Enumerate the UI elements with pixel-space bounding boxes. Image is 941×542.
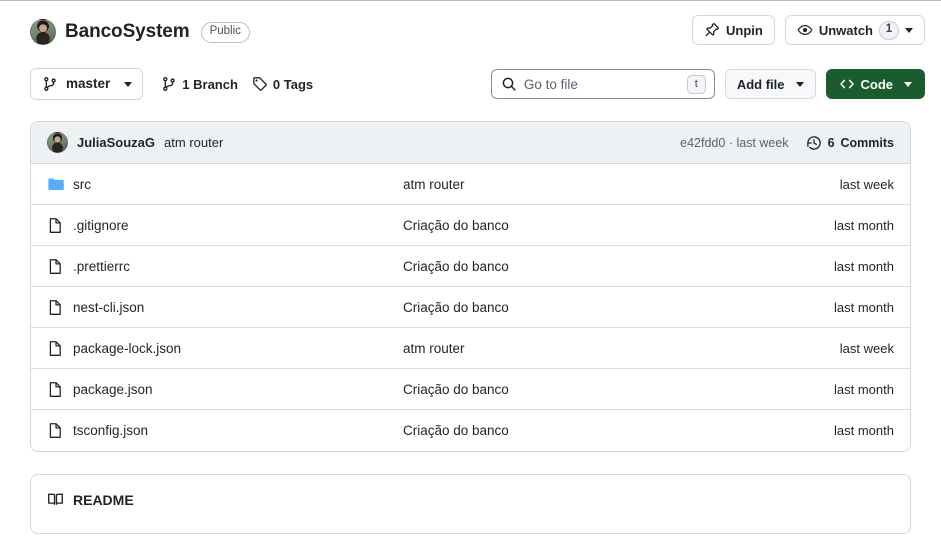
add-file-label: Add file — [736, 76, 785, 92]
tags-count-label: 0 Tags — [272, 76, 314, 92]
watch-count-badge: 1 — [879, 20, 899, 40]
page-title[interactable]: BancoSystem — [65, 21, 190, 44]
unwatch-label: Unwatch — [818, 22, 873, 38]
code-label: Code — [860, 76, 894, 92]
file-commit-time: last month — [834, 299, 894, 315]
table-row[interactable]: package-lock.json atm router last week — [31, 328, 910, 369]
table-row[interactable]: .prettierrc Criação do banco last month — [31, 246, 910, 287]
unwatch-button[interactable]: Unwatch 1 — [784, 15, 925, 45]
file-commit-time: last week — [839, 176, 894, 192]
table-row[interactable]: tsconfig.json Criação do banco last month — [31, 410, 910, 451]
commit-message[interactable]: atm router — [164, 135, 223, 150]
commits-count-link[interactable]: 6 Commits — [806, 135, 894, 151]
chevron-down-icon — [795, 81, 804, 87]
table-row[interactable]: package.json Criação do banco last month — [31, 369, 910, 410]
go-to-file-search[interactable]: t — [490, 69, 715, 99]
table-row[interactable]: .gitignore Criação do banco last month — [31, 205, 910, 246]
unpin-label: Unpin — [726, 22, 763, 38]
latest-commit-meta: e42fdd0 · last week 6 Commits — [680, 135, 894, 151]
table-row[interactable]: nest-cli.json Criação do banco last month — [31, 287, 910, 328]
book-icon — [47, 491, 64, 508]
file-name-link[interactable]: package.json — [73, 382, 403, 397]
toolbar-right-actions: t Add file Code — [490, 69, 925, 99]
file-icon — [47, 340, 73, 357]
branches-count-label: 1 Branch — [182, 76, 238, 92]
readme-card: README — [30, 474, 911, 534]
branch-name-label: master — [66, 76, 111, 92]
repo-meta-links: 1 Branch 0 Tags — [161, 76, 313, 92]
branch-selector-button[interactable]: master — [30, 68, 144, 100]
file-rows: src atm router last week .gitignore Criação … — [31, 164, 910, 451]
file-commit-message[interactable]: Criação do banco — [403, 423, 834, 438]
file-commit-message[interactable]: Criação do banco — [403, 382, 834, 397]
file-commit-time: last month — [834, 217, 894, 233]
file-name-link[interactable]: package-lock.json — [73, 341, 403, 356]
repo-title-group: BancoSystem Public — [30, 15, 250, 45]
search-input[interactable] — [523, 76, 680, 92]
add-file-button[interactable]: Add file — [724, 69, 816, 99]
avatar[interactable] — [47, 132, 68, 153]
file-commit-message[interactable]: Criação do banco — [403, 259, 834, 274]
file-commit-time: last month — [834, 381, 894, 397]
readme-header: README — [31, 475, 910, 508]
latest-commit-bar: JuliaSouzaG atm router e42fdd0 · last we… — [31, 122, 910, 164]
chevron-down-icon — [904, 81, 912, 87]
unpin-button[interactable]: Unpin — [692, 15, 775, 45]
file-commit-message[interactable]: atm router — [403, 341, 840, 356]
file-commit-message[interactable]: Criação do banco — [403, 218, 834, 233]
readme-title: README — [73, 491, 134, 508]
file-icon — [47, 217, 73, 234]
file-commit-message[interactable]: atm router — [403, 177, 840, 192]
latest-commit-author-group: JuliaSouzaG atm router — [47, 132, 223, 153]
repo-toolbar: master 1 Branch 0 Tags Go to file t Add … — [0, 68, 941, 100]
chevron-down-icon — [905, 27, 913, 33]
file-name-link[interactable]: .gitignore — [73, 218, 403, 233]
chevron-down-icon — [124, 81, 133, 87]
file-commit-time: last month — [834, 258, 894, 274]
owner-avatar[interactable] — [30, 19, 56, 45]
repository-page: BancoSystem Public Unpin Unwatch 1 maste… — [0, 0, 941, 542]
commits-count-label: Commits — [840, 135, 894, 150]
commits-count-value: 6 — [827, 135, 835, 150]
file-icon — [47, 422, 73, 439]
file-icon — [47, 258, 73, 275]
file-name-link[interactable]: src — [73, 177, 403, 192]
file-name-link[interactable]: .prettierrc — [73, 259, 403, 274]
search-shortcut-badge: t — [686, 74, 706, 94]
commit-author-name[interactable]: JuliaSouzaG — [77, 135, 155, 150]
commit-sha-and-time[interactable]: e42fdd0 · last week — [680, 136, 788, 150]
repo-header: BancoSystem Public Unpin Unwatch 1 — [0, 1, 941, 45]
code-button[interactable]: Code — [825, 69, 925, 99]
file-list-card: JuliaSouzaG atm router e42fdd0 · last we… — [30, 121, 911, 452]
file-icon — [47, 299, 73, 316]
folder-icon — [47, 176, 73, 193]
file-commit-time: last month — [834, 423, 894, 438]
file-name-link[interactable]: nest-cli.json — [73, 300, 403, 315]
history-icon — [806, 135, 822, 151]
file-commit-message[interactable]: Criação do banco — [403, 300, 834, 315]
git-branch-icon — [42, 76, 58, 92]
code-icon — [839, 76, 855, 92]
tags-link[interactable]: 0 Tags — [252, 76, 313, 92]
search-icon — [501, 76, 517, 92]
header-actions: Unpin Unwatch 1 — [692, 15, 925, 45]
branches-link[interactable]: 1 Branch — [161, 76, 238, 92]
git-branch-icon — [161, 76, 177, 92]
eye-icon — [797, 22, 813, 38]
tag-icon — [252, 76, 268, 92]
file-name-link[interactable]: tsconfig.json — [73, 423, 403, 438]
visibility-badge: Public — [200, 21, 250, 43]
file-commit-time: last week — [839, 340, 894, 356]
pin-icon — [704, 22, 720, 38]
file-icon — [47, 381, 73, 398]
table-row[interactable]: src atm router last week — [31, 164, 910, 205]
